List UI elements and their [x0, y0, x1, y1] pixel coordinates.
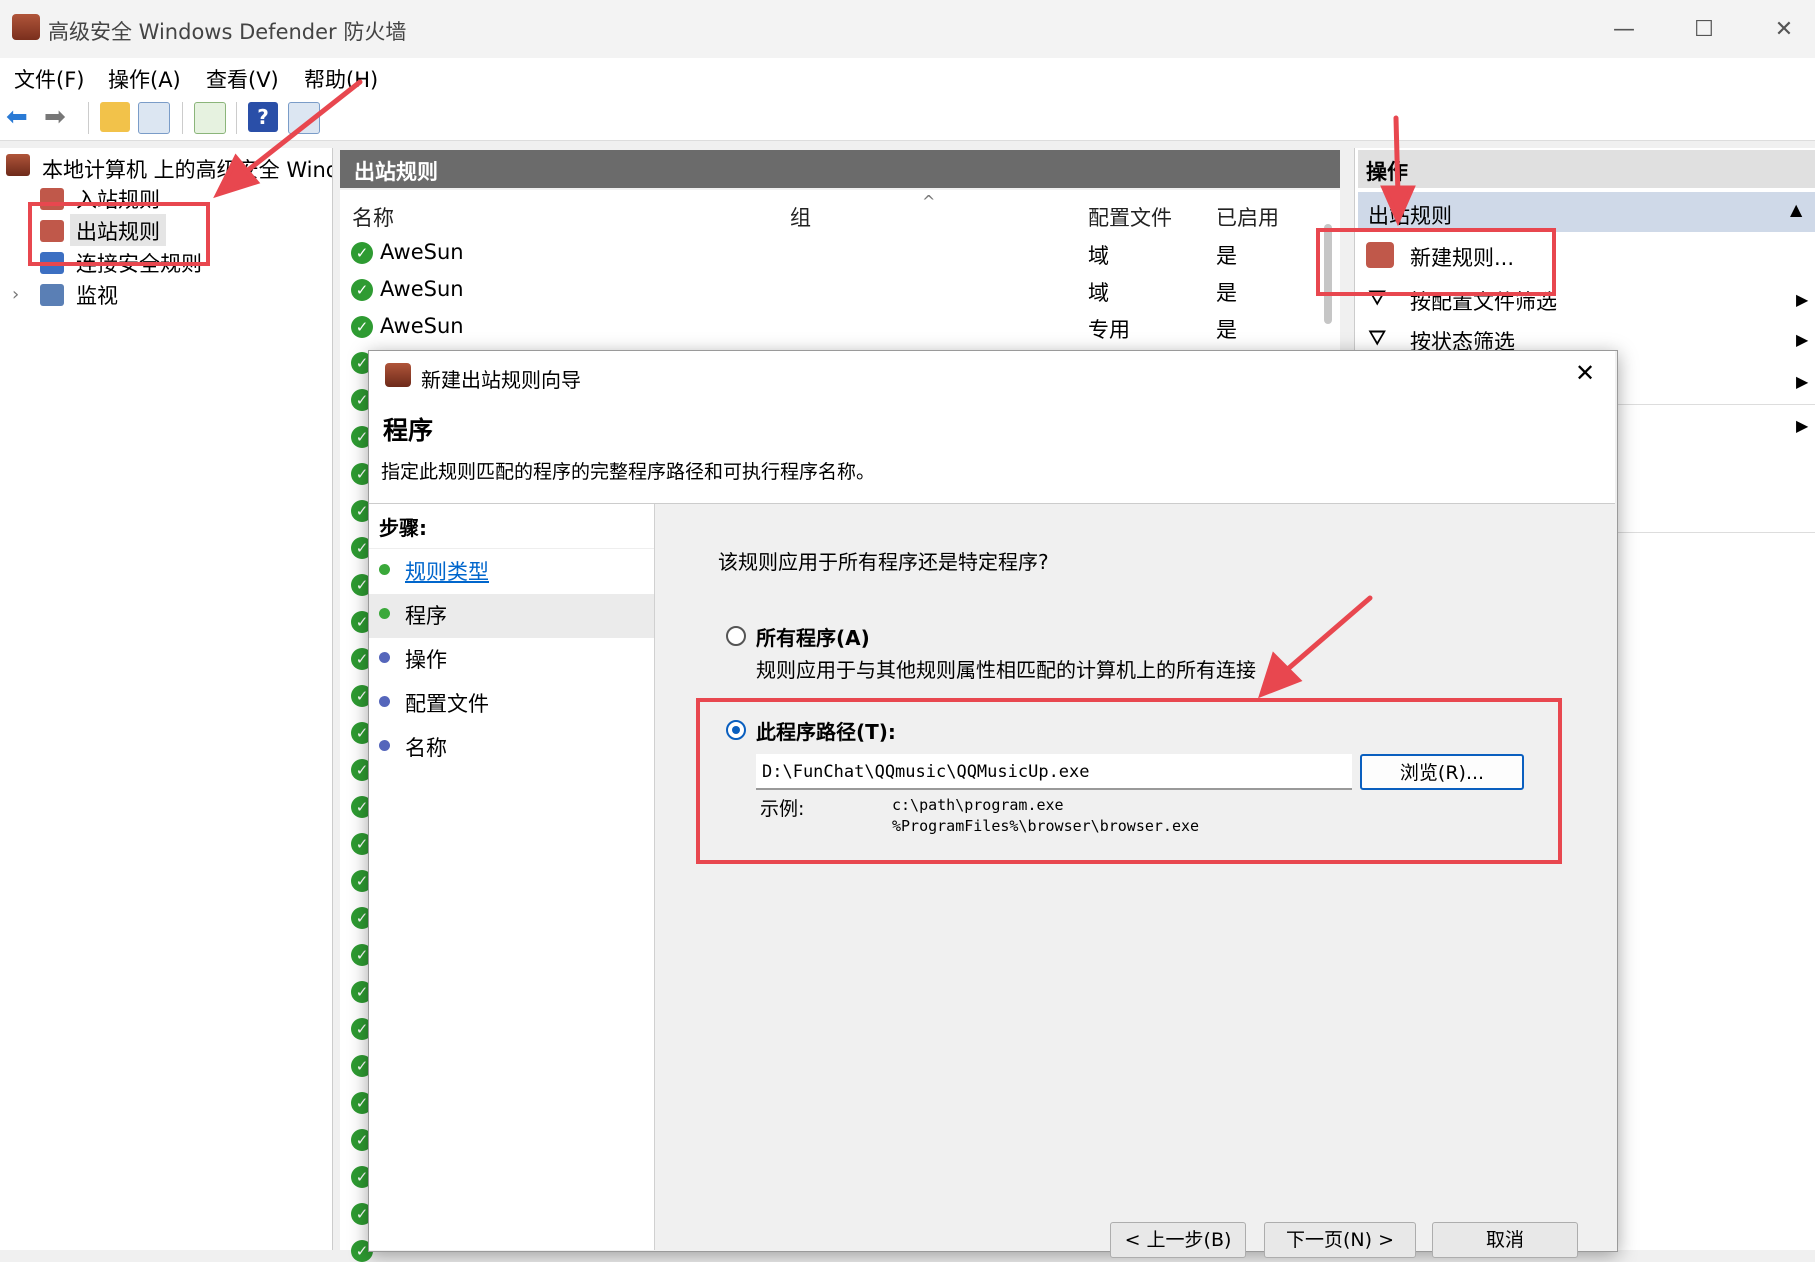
annotation-arrows	[213, 79, 1416, 699]
arrow-head	[213, 153, 261, 199]
arrow-head	[1380, 185, 1416, 227]
